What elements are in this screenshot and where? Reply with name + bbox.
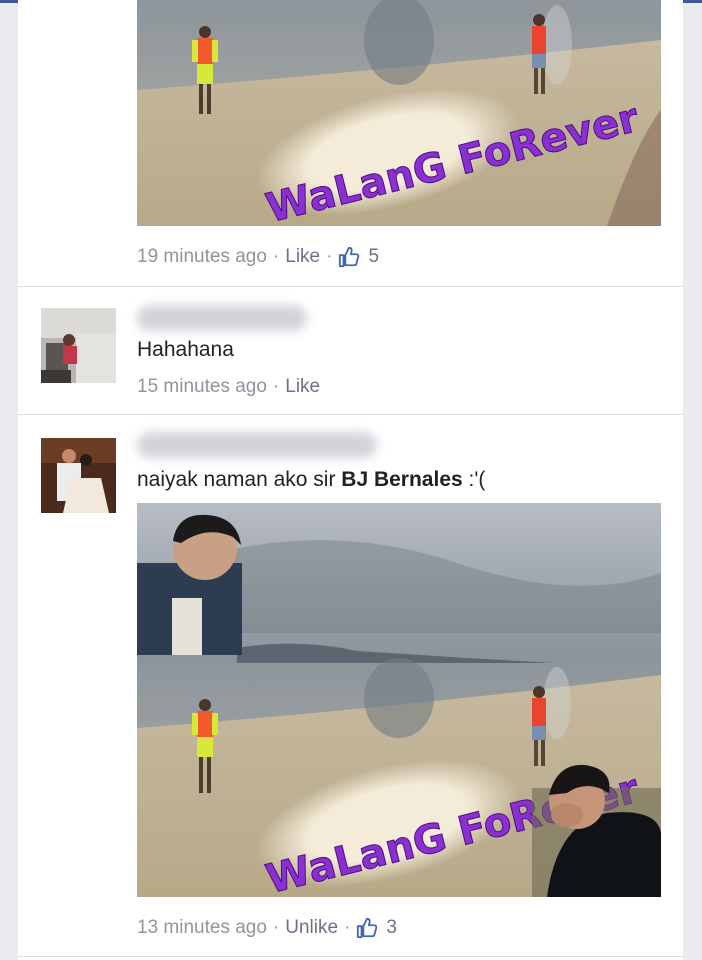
like-button[interactable]: Like bbox=[285, 246, 320, 268]
comment-text-prefix: naiyak naman ako sir bbox=[137, 468, 342, 491]
timestamp-link[interactable]: 15 minutes ago bbox=[137, 376, 267, 398]
comment-meta: 19 minutes ago · Like · 5 bbox=[137, 246, 379, 268]
separator: · bbox=[344, 917, 351, 938]
comment-text: Hahahana bbox=[137, 338, 234, 361]
comment-text: naiyak naman ako sir BJ Bernales :'( bbox=[137, 468, 485, 492]
separator: · bbox=[272, 917, 280, 938]
separator: · bbox=[326, 246, 333, 267]
timestamp-link[interactable]: 19 minutes ago bbox=[137, 246, 267, 268]
separator: · bbox=[272, 376, 280, 397]
avatar[interactable] bbox=[41, 438, 116, 513]
comment-divider bbox=[18, 414, 683, 415]
comment-photo[interactable]: WaLanG FoRever bbox=[137, 503, 661, 897]
comment-text-suffix: :'( bbox=[462, 468, 486, 491]
separator: · bbox=[272, 246, 280, 267]
comment-photo[interactable]: WaLanG FoRever bbox=[137, 0, 661, 226]
like-count[interactable]: 5 bbox=[368, 246, 379, 268]
thumbs-up-icon[interactable] bbox=[356, 917, 378, 939]
timestamp-link[interactable]: 13 minutes ago bbox=[137, 917, 267, 939]
like-count[interactable]: 3 bbox=[386, 917, 397, 939]
comment-divider bbox=[18, 956, 683, 957]
like-button[interactable]: Like bbox=[285, 376, 320, 398]
thumbs-up-icon[interactable] bbox=[338, 246, 360, 268]
unlike-button[interactable]: Unlike bbox=[285, 917, 338, 939]
comment-meta: 13 minutes ago · Unlike · 3 bbox=[137, 917, 397, 939]
mention-link[interactable]: BJ Bernales bbox=[341, 468, 462, 491]
comment-divider bbox=[18, 286, 683, 287]
avatar[interactable] bbox=[41, 308, 116, 383]
author-name-blurred[interactable] bbox=[137, 432, 377, 458]
author-name-blurred[interactable] bbox=[137, 305, 307, 331]
comment-meta: 15 minutes ago · Like bbox=[137, 376, 320, 398]
